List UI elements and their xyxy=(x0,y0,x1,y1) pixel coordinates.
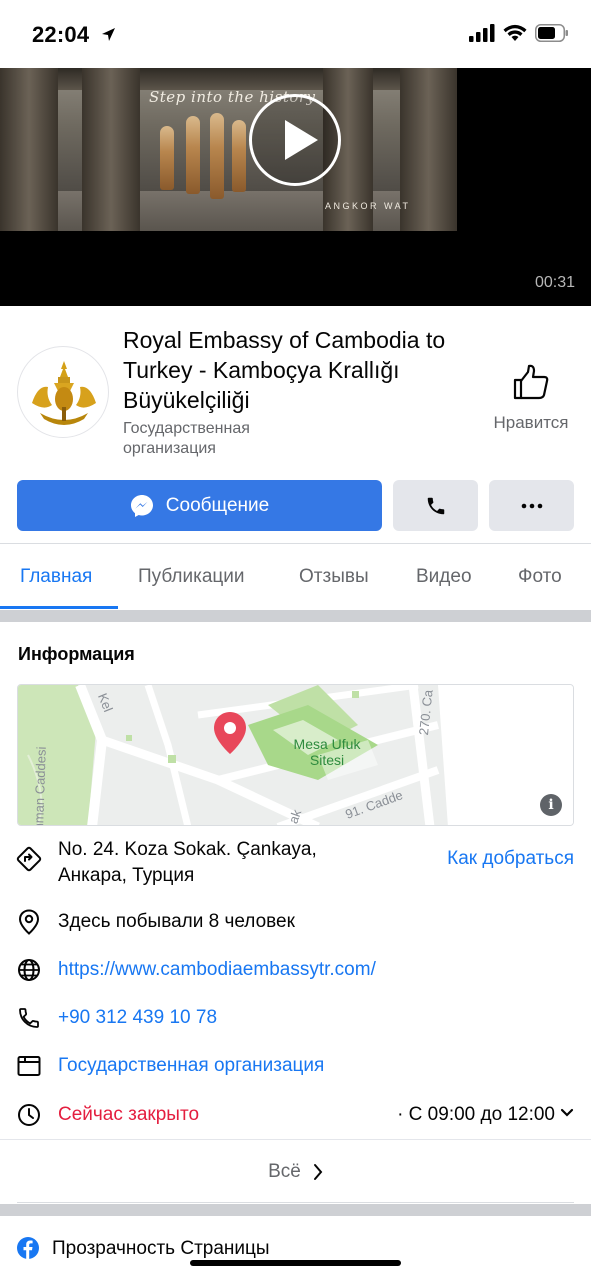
location-pin-icon xyxy=(16,909,42,935)
visitors-text: Здесь побывали 8 человек xyxy=(58,911,295,932)
section-separator xyxy=(0,610,591,622)
like-label: Нравится xyxy=(493,413,569,432)
directions-link[interactable]: Как добраться xyxy=(447,848,574,870)
call-button[interactable] xyxy=(393,480,478,531)
see-all-label: Всё xyxy=(268,1160,301,1182)
play-icon xyxy=(285,120,318,160)
location-map[interactable]: Kel hman Caddesi 270. Ca 91. Cadde ak Me… xyxy=(17,684,574,826)
home-indicator[interactable] xyxy=(190,1260,401,1266)
tab-videos[interactable]: Видео xyxy=(416,566,472,588)
video-thumbnail: Step into the history ANGKOR WAT xyxy=(0,68,457,231)
map-street-label: hman Caddesi xyxy=(30,746,49,826)
address-text: No. 24. Koza Sokak. Çankaya, Анкара, Тур… xyxy=(58,839,317,886)
page-header: Royal Embassy of Cambodia to Turkey - Ka… xyxy=(0,306,591,468)
status-bar: 22:04 xyxy=(0,0,591,68)
thumbs-up-icon xyxy=(513,364,549,400)
video-scene-dancer xyxy=(232,120,246,192)
location-arrow-icon xyxy=(102,28,115,41)
page-avatar[interactable] xyxy=(17,346,109,438)
page-tabs: Главная Публикации Отзывы Видео Фото xyxy=(0,544,591,610)
category-icon xyxy=(16,1053,42,1079)
tab-photos[interactable]: Фото xyxy=(518,566,562,588)
video-scene-dancer xyxy=(186,116,200,194)
page-title: Royal Embassy of Cambodia to Turkey - Ka… xyxy=(123,327,446,413)
globe-icon xyxy=(16,957,42,983)
action-bar: Сообщение xyxy=(0,480,591,532)
video-scene-pillar xyxy=(0,68,58,231)
phone-outline-icon xyxy=(16,1005,42,1031)
page-category: Государственная организация xyxy=(123,420,250,457)
message-button-label: Сообщение xyxy=(165,494,270,516)
video-player[interactable]: Step into the history ANGKOR WAT 00:31 xyxy=(0,68,591,306)
section-separator xyxy=(0,1204,591,1216)
directions-icon xyxy=(16,846,42,872)
status-indicators xyxy=(469,24,569,42)
active-tab-indicator xyxy=(0,606,118,609)
tab-reviews[interactable]: Отзывы xyxy=(299,566,369,588)
map-park-label: Mesa Ufuk Sitesi xyxy=(293,736,361,768)
play-button[interactable] xyxy=(249,94,341,186)
video-caption: ANGKOR WAT xyxy=(325,201,411,211)
video-duration: 00:31 xyxy=(534,274,575,291)
message-button[interactable]: Сообщение xyxy=(17,480,382,531)
like-button[interactable]: Нравится xyxy=(482,364,580,433)
video-scene-dancer xyxy=(160,126,174,190)
phone-link[interactable]: +90 312 439 10 78 xyxy=(58,1007,217,1029)
facebook-icon xyxy=(17,1237,39,1259)
category-link[interactable]: Государственная организация xyxy=(58,1055,324,1077)
video-scene-dancer xyxy=(210,113,224,199)
royal-emblem-icon xyxy=(32,361,96,425)
video-scene-ceiling xyxy=(0,68,457,90)
status-time: 22:04 xyxy=(32,22,90,47)
opening-hours: · С 09:00 до 12:00 xyxy=(397,1104,555,1125)
tab-home[interactable]: Главная xyxy=(20,566,92,588)
page-transparency-label: Прозрачность Страницы xyxy=(52,1238,270,1259)
chevron-down-icon[interactable] xyxy=(560,1108,574,1118)
phone-icon xyxy=(427,497,444,514)
chevron-right-icon xyxy=(313,1163,323,1180)
messenger-icon xyxy=(130,494,153,517)
wifi-icon xyxy=(503,24,527,41)
see-all-button[interactable]: Всё xyxy=(0,1139,591,1203)
video-scene-floor xyxy=(0,191,457,231)
website-link[interactable]: https://www.cambodiaembassytr.com/ xyxy=(58,959,376,981)
info-section-title: Информация xyxy=(18,644,135,664)
more-button[interactable] xyxy=(489,480,574,531)
more-dots-icon xyxy=(521,503,542,508)
video-scene-pillar xyxy=(82,68,140,231)
map-pin-icon xyxy=(214,712,246,754)
battery-icon xyxy=(535,24,568,42)
divider xyxy=(17,1202,574,1203)
clock-icon xyxy=(16,1102,42,1128)
cellular-signal-icon xyxy=(469,24,495,42)
tab-posts[interactable]: Публикации xyxy=(138,566,245,588)
page-transparency-row[interactable]: Прозрачность Страницы xyxy=(0,1216,591,1280)
open-status: Сейчас закрыто xyxy=(58,1104,200,1125)
map-info-icon[interactable]: i xyxy=(540,794,562,816)
